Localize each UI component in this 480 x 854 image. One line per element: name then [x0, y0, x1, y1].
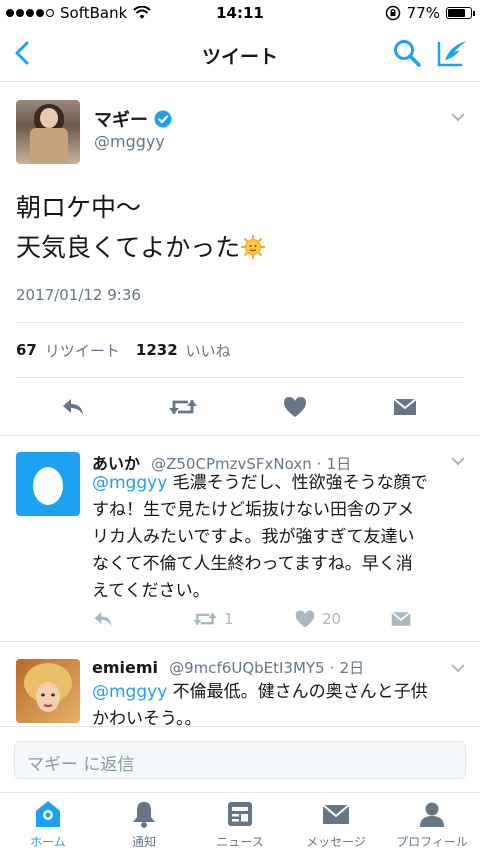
tab-messages[interactable]: メッセージ — [288, 799, 384, 850]
reply-header: emiemi @9mcf6UQbEtI3MY5 · 2日 — [92, 657, 364, 678]
reply-text-line: かわいそう。。 — [92, 709, 202, 726]
reply-retweet-count: 1 — [224, 610, 234, 628]
reply-icon — [94, 612, 112, 626]
reply-text-line: リカ人みたいですよ。我が強すぎて友達い — [92, 527, 415, 547]
tab-label: ホーム — [30, 835, 66, 849]
reply-input[interactable]: マギー に返信 — [14, 741, 466, 779]
sun-emoji-icon — [241, 235, 266, 259]
status-right: 77% — [385, 4, 475, 22]
reply-action-like[interactable]: 20 — [294, 608, 341, 630]
tweet-author-handle[interactable]: @mggyy — [94, 132, 165, 151]
reply-text-line: なくて不倫て人生終わってますね。早く消 — [92, 554, 413, 574]
tab-notifications[interactable]: 通知 — [96, 799, 192, 850]
reply-age: 2日 — [339, 659, 365, 677]
bell-icon — [133, 802, 155, 828]
nav-bar: ツイート — [0, 26, 480, 82]
verified-badge-icon — [154, 110, 172, 128]
reply-text: @mggyy 不倫最低。健さんの奥さんと子供 かわいそう。。 — [92, 679, 464, 726]
tab-label: ニュース — [216, 835, 264, 849]
tab-news[interactable]: ニュース — [192, 799, 288, 850]
tab-label: 通知 — [131, 835, 156, 849]
news-icon — [228, 802, 252, 826]
reply-composer: マギー に返信 — [0, 726, 480, 792]
tweet-actions — [0, 378, 480, 436]
battery-icon — [446, 7, 475, 19]
tweet-text-line-2: 天気良くてよかった — [16, 228, 266, 268]
avatar-default-egg[interactable] — [16, 452, 80, 516]
search-icon[interactable] — [392, 38, 422, 68]
separator-dot: · — [329, 659, 335, 677]
retweet-icon — [193, 613, 217, 625]
avatar[interactable] — [16, 100, 80, 164]
tab-label: メッセージ — [306, 835, 366, 849]
tweet-text: 朝ロケ中〜 天気良くてよかった — [16, 188, 266, 268]
retweet-count[interactable]: 67 — [16, 341, 37, 359]
tweet-stats: 67 リツイート 1232 いいね — [16, 322, 464, 378]
rotation-lock-icon — [385, 5, 400, 21]
reply-action-reply[interactable] — [92, 608, 114, 630]
profile-icon — [420, 802, 444, 827]
reply-like-count: 20 — [322, 610, 342, 628]
home-icon — [36, 801, 60, 827]
reply-tweet[interactable]: あいか @Z50CPmzvSFxNoxn · 1日 @mggyy 毛濃そうだし、… — [0, 436, 480, 642]
author-name-text[interactable]: マギー — [94, 106, 148, 132]
like-count[interactable]: 1232 — [136, 341, 178, 359]
heart-icon — [295, 610, 315, 628]
reply-author-handle[interactable]: @9mcf6UQbEtI3MY5 — [169, 659, 325, 677]
avatar-photo-icon — [24, 663, 72, 712]
direct-message-icon — [391, 611, 411, 626]
retweet-icon[interactable] — [168, 394, 198, 420]
reply-text-line: えてください。 — [92, 581, 210, 601]
chevron-down-icon[interactable] — [450, 112, 466, 122]
reply-author-name[interactable]: emiemi — [92, 658, 158, 677]
retweet-count-label[interactable]: リツイート — [45, 340, 120, 361]
egg-icon — [33, 467, 63, 505]
status-bar: SoftBank 14:11 77% — [0, 0, 480, 26]
reply-action-retweet[interactable]: 1 — [192, 608, 234, 630]
envelope-icon — [322, 804, 350, 824]
reply-tweet[interactable]: emiemi @9mcf6UQbEtI3MY5 · 2日 @mggyy 不倫最低… — [0, 643, 480, 726]
reply-text: @mggyy 毛濃そうだし、性欲強そうな顔で すね！生で見たけど垢抜けない田舎の… — [92, 470, 464, 605]
reply-action-dm[interactable] — [390, 608, 412, 630]
reply-icon[interactable] — [60, 394, 86, 420]
tab-bar: ホーム 通知 ニュース メッセージ プロフィール — [0, 792, 480, 854]
battery-percent: 77% — [406, 4, 440, 22]
avatar[interactable] — [16, 659, 80, 723]
direct-message-icon[interactable] — [392, 394, 418, 420]
tab-profile[interactable]: プロフィール — [384, 799, 480, 850]
reply-text-line: すね！生で見たけど垢抜けない田舎のアメ — [92, 500, 415, 520]
tweet-author-name[interactable]: マギー — [94, 106, 172, 132]
reply-text-line: 不倫最低。健さんの奥さんと子供 — [167, 682, 428, 702]
tweet-timestamp: 2017/01/12 9:36 — [16, 286, 141, 304]
compose-tweet-icon[interactable] — [436, 38, 468, 68]
reply-text-line: 毛濃そうだし、性欲強そうな顔で — [167, 473, 428, 493]
like-count-label[interactable]: いいね — [186, 340, 231, 361]
heart-icon[interactable] — [282, 394, 308, 420]
chevron-down-icon[interactable] — [450, 663, 466, 673]
tab-label: プロフィール — [396, 835, 468, 849]
mention-link[interactable]: @mggyy — [92, 473, 167, 493]
tweet-text-line: 朝ロケ中〜 — [16, 193, 142, 222]
tweet-text-content: 天気良くてよかった — [16, 233, 241, 262]
mention-link[interactable]: @mggyy — [92, 682, 167, 702]
tab-home[interactable]: ホーム — [0, 799, 96, 850]
chevron-down-icon[interactable] — [450, 456, 466, 466]
